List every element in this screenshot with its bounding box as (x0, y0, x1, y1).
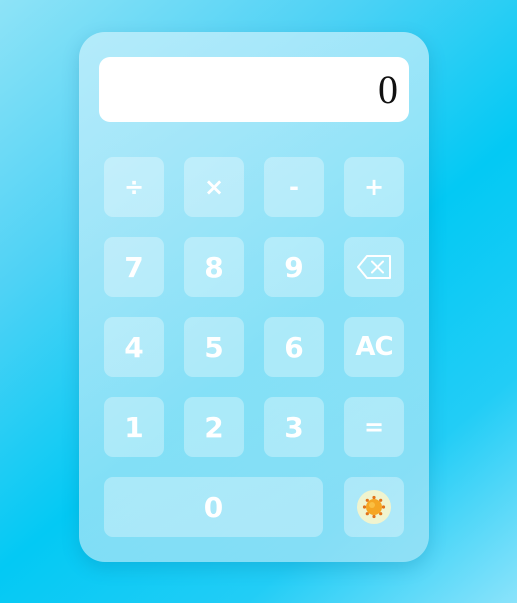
sun-icon (356, 489, 392, 525)
clear-button[interactable]: AC (344, 317, 404, 377)
display-value: 0 (378, 66, 398, 112)
digit-1-button[interactable]: 1 (104, 397, 164, 457)
backspace-button[interactable] (344, 237, 404, 297)
subtract-button[interactable]: - (264, 157, 324, 217)
digit-0-button[interactable]: 0 (104, 477, 323, 537)
digit-6-button[interactable]: 6 (264, 317, 324, 377)
digit-9-button[interactable]: 9 (264, 237, 324, 297)
display: 0 (99, 57, 409, 122)
digit-2-button[interactable]: 2 (184, 397, 244, 457)
theme-toggle-button[interactable] (344, 477, 404, 537)
equals-button[interactable]: = (344, 397, 404, 457)
backspace-icon (356, 254, 392, 280)
multiply-button[interactable]: × (184, 157, 244, 217)
digit-4-button[interactable]: 4 (104, 317, 164, 377)
add-button[interactable]: + (344, 157, 404, 217)
digit-8-button[interactable]: 8 (184, 237, 244, 297)
divide-button[interactable]: ÷ (104, 157, 164, 217)
digit-5-button[interactable]: 5 (184, 317, 244, 377)
digit-7-button[interactable]: 7 (104, 237, 164, 297)
digit-3-button[interactable]: 3 (264, 397, 324, 457)
calculator: 0 ÷ × - + 7 8 9 4 5 6 AC 1 2 3 = 0 (79, 32, 429, 562)
